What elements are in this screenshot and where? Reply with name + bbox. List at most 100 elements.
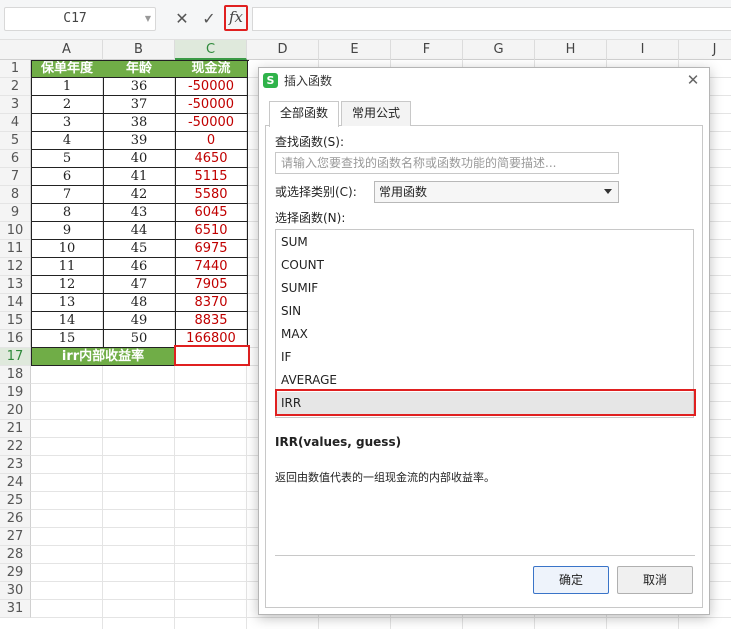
function-list[interactable]: SUM COUNT SUMIF SIN MAX IF AVERAGE IRR: [275, 229, 694, 418]
column-header-g[interactable]: G: [463, 40, 535, 60]
function-item-if[interactable]: IF: [276, 346, 693, 369]
row-header-23[interactable]: 23: [0, 456, 31, 474]
dialog-titlebar[interactable]: S 插入函数 ✕: [259, 68, 709, 94]
name-box[interactable]: C17 ▼: [4, 7, 156, 31]
column-header-i[interactable]: I: [607, 40, 679, 60]
table-cell[interactable]: 48: [103, 294, 176, 312]
table-cell[interactable]: 8835: [175, 312, 248, 330]
row-header-17[interactable]: 17: [0, 348, 31, 366]
table-cell[interactable]: 42: [103, 186, 176, 204]
row-header-10[interactable]: 10: [0, 222, 31, 240]
row-header-30[interactable]: 30: [0, 582, 31, 600]
table-cell[interactable]: 4: [31, 132, 104, 150]
table-cell[interactable]: -50000: [175, 96, 248, 114]
row-header-20[interactable]: 20: [0, 402, 31, 420]
table-cell[interactable]: 50: [103, 330, 176, 348]
column-header-f[interactable]: F: [391, 40, 463, 60]
row-header-13[interactable]: 13: [0, 276, 31, 294]
ok-button[interactable]: 确定: [533, 566, 609, 594]
table-cell[interactable]: 12: [31, 276, 104, 294]
row-header-24[interactable]: 24: [0, 474, 31, 492]
row-header-22[interactable]: 22: [0, 438, 31, 456]
table-cell[interactable]: 13: [31, 294, 104, 312]
table-cell[interactable]: 43: [103, 204, 176, 222]
row-header-16[interactable]: 16: [0, 330, 31, 348]
table-cell[interactable]: 7: [31, 186, 104, 204]
table-cell[interactable]: 5580: [175, 186, 248, 204]
table-cell[interactable]: 38: [103, 114, 176, 132]
column-header-b[interactable]: B: [103, 40, 175, 60]
table-cell[interactable]: 49: [103, 312, 176, 330]
table-cell[interactable]: 9: [31, 222, 104, 240]
table-cell[interactable]: 10: [31, 240, 104, 258]
table-cell[interactable]: 5115: [175, 168, 248, 186]
table-cell[interactable]: 8: [31, 204, 104, 222]
table-cell[interactable]: 1: [31, 78, 104, 96]
table-cell[interactable]: 4650: [175, 150, 248, 168]
close-icon[interactable]: ✕: [171, 8, 193, 30]
table-cell[interactable]: 44: [103, 222, 176, 240]
formula-input[interactable]: [252, 7, 731, 31]
search-input[interactable]: 请输入您要查找的函数名称或函数功能的简要描述...: [275, 152, 619, 174]
table-cell[interactable]: 40: [103, 150, 176, 168]
row-header-25[interactable]: 25: [0, 492, 31, 510]
row-header-18[interactable]: 18: [0, 366, 31, 384]
table-cell[interactable]: 6975: [175, 240, 248, 258]
tab-common-formulas[interactable]: 常用公式: [341, 101, 412, 126]
function-item-max[interactable]: MAX: [276, 323, 693, 346]
check-icon[interactable]: ✓: [198, 8, 220, 30]
function-item-sin[interactable]: SIN: [276, 300, 693, 323]
row-header-8[interactable]: 8: [0, 186, 31, 204]
table-cell[interactable]: 0: [175, 132, 248, 150]
table-cell[interactable]: 3: [31, 114, 104, 132]
row-header-19[interactable]: 19: [0, 384, 31, 402]
row-header-1[interactable]: 1: [0, 60, 31, 78]
table-cell[interactable]: 7905: [175, 276, 248, 294]
table-cell[interactable]: 6: [31, 168, 104, 186]
function-item-sumif[interactable]: SUMIF: [276, 277, 693, 300]
row-header-9[interactable]: 9: [0, 204, 31, 222]
table-cell[interactable]: 7440: [175, 258, 248, 276]
selected-cell-c17[interactable]: [174, 345, 250, 366]
row-header-7[interactable]: 7: [0, 168, 31, 186]
table-cell[interactable]: 6045: [175, 204, 248, 222]
table-cell[interactable]: 47: [103, 276, 176, 294]
row-header-21[interactable]: 21: [0, 420, 31, 438]
table-cell[interactable]: 46: [103, 258, 176, 276]
tab-all-functions[interactable]: 全部函数: [269, 101, 340, 127]
table-header-cell[interactable]: 保单年度: [31, 60, 104, 78]
row-header-14[interactable]: 14: [0, 294, 31, 312]
table-cell[interactable]: 41: [103, 168, 176, 186]
table-header-cell[interactable]: 年龄: [103, 60, 176, 78]
table-cell[interactable]: 45: [103, 240, 176, 258]
table-cell[interactable]: 39: [103, 132, 176, 150]
table-cell[interactable]: 14: [31, 312, 104, 330]
row-header-31[interactable]: 31: [0, 600, 31, 618]
row-header-12[interactable]: 12: [0, 258, 31, 276]
chevron-down-icon[interactable]: ▼: [145, 8, 151, 30]
category-select[interactable]: 常用函数: [374, 181, 619, 203]
function-item-sum[interactable]: SUM: [276, 231, 693, 254]
row-header-5[interactable]: 5: [0, 132, 31, 150]
irr-label-cell[interactable]: irr内部收益率: [31, 348, 176, 366]
table-header-cell[interactable]: 现金流: [175, 60, 248, 78]
function-item-irr[interactable]: IRR: [276, 392, 693, 415]
column-header-e[interactable]: E: [319, 40, 391, 60]
table-cell[interactable]: 5: [31, 150, 104, 168]
row-header-4[interactable]: 4: [0, 114, 31, 132]
row-header-27[interactable]: 27: [0, 528, 31, 546]
cancel-button[interactable]: 取消: [617, 566, 693, 594]
table-cell[interactable]: 15: [31, 330, 104, 348]
row-header-28[interactable]: 28: [0, 546, 31, 564]
function-item-average[interactable]: AVERAGE: [276, 369, 693, 392]
insert-function-button[interactable]: fx: [224, 5, 248, 31]
row-header-2[interactable]: 2: [0, 78, 31, 96]
column-header-a[interactable]: A: [31, 40, 103, 60]
row-header-15[interactable]: 15: [0, 312, 31, 330]
table-cell[interactable]: 6510: [175, 222, 248, 240]
row-header-6[interactable]: 6: [0, 150, 31, 168]
row-header-11[interactable]: 11: [0, 240, 31, 258]
table-cell[interactable]: -50000: [175, 114, 248, 132]
table-cell[interactable]: 36: [103, 78, 176, 96]
column-header-j[interactable]: J: [679, 40, 731, 60]
